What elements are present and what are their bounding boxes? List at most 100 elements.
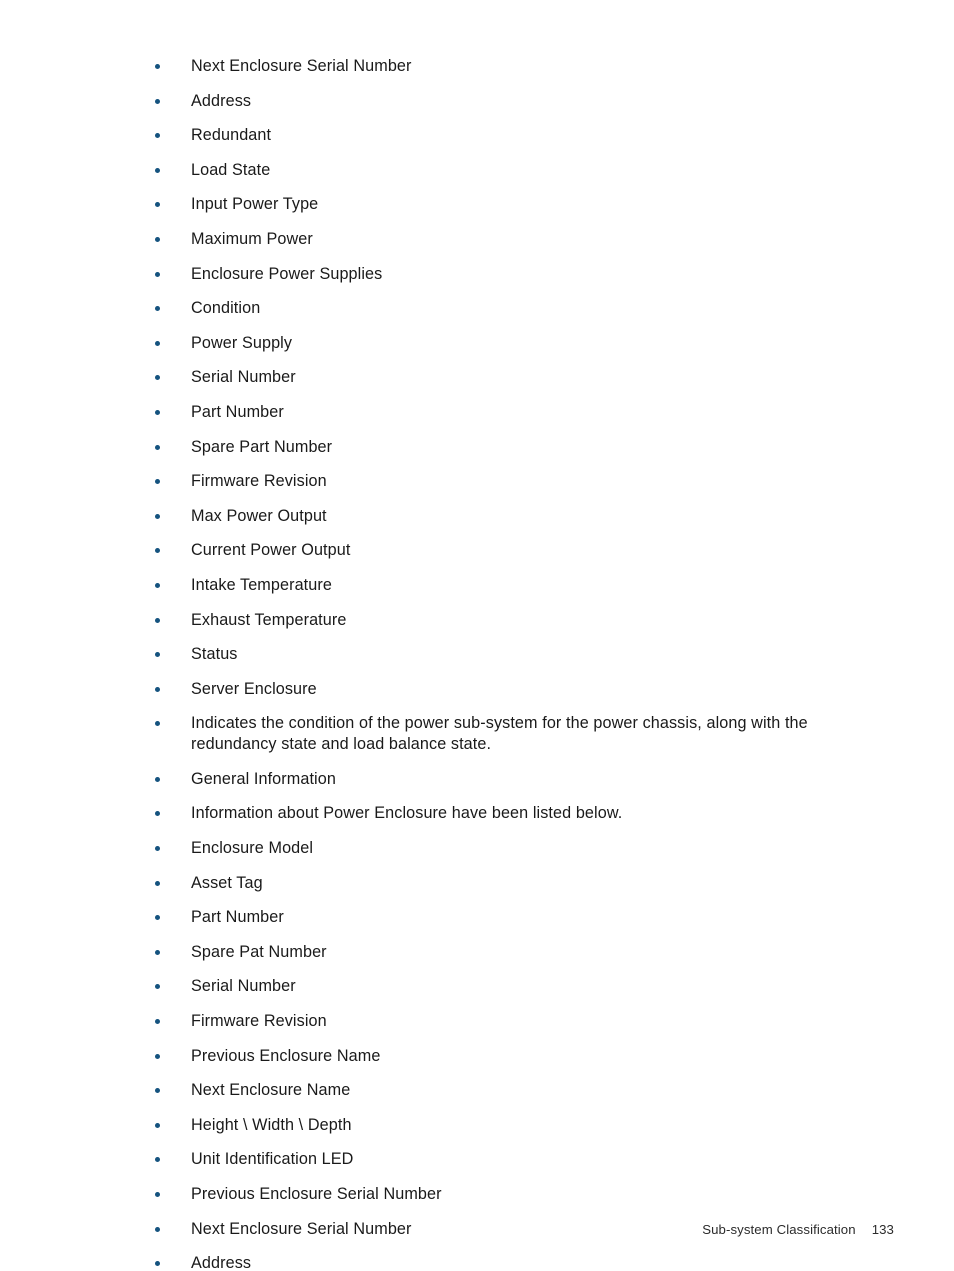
list-item-label: Previous Enclosure Name [191,1046,381,1065]
bullet-dot-icon [155,1019,160,1025]
bullet-dot-icon [155,236,160,242]
list-item-label: Condition [191,299,261,318]
bullet-dot-icon [155,133,160,139]
bullet-dot-icon [155,880,160,886]
bullet-list: Next Enclosure Serial Number Address Redun… [155,56,855,1271]
list-item-label: Previous Enclosure Serial Number [191,1185,442,1203]
bullet-dot-icon [155,811,160,817]
list-item: Next Enclosure Name [155,1080,855,1101]
list-item-label: Serial Number [191,977,296,996]
list-item-label: Redundant [191,126,272,145]
list-item: Spare Pat Number [155,942,855,963]
list-item-label: Input Power Type [191,195,319,214]
list-item: Next Enclosure Serial Number [155,56,855,77]
bullet-dot-icon [155,1122,160,1128]
list-item-label: Load State [191,160,271,179]
list-item: Enclosure Model [155,838,855,859]
list-item-label: Spare Part Number [191,437,333,456]
list-item-label: Firmware Revision [191,472,327,491]
list-item: Load State [155,160,855,181]
bullet-dot-icon [155,548,160,554]
list-item: Serial Number [155,367,855,388]
bullet-dot-icon [155,409,160,415]
bullet-dot-icon [155,1261,160,1267]
bullet-dot-icon [155,1053,160,1059]
list-item: Spare Part Number [155,437,855,458]
list-item: Maximum Power [155,229,855,250]
list-item-label: Power Supply [191,333,293,352]
list-item-label: Indicates the condition of the power sub… [191,714,808,754]
list-item-label: Serial Number [191,368,296,387]
list-item-label: Intake Temperature [191,575,332,594]
list-item: Input Power Type [155,194,855,215]
list-item-label: Spare Pat Number [191,942,327,961]
list-item-label: Status [191,645,238,664]
page-footer: Sub-system Classification 133 [0,1222,894,1237]
bullet-dot-icon [155,375,160,381]
list-item: Part Number [155,402,855,423]
bullet-dot-icon [155,479,160,485]
list-item-label: Address [191,1254,252,1271]
bullet-dot-icon [155,202,160,208]
document-page: Next Enclosure Serial Number Address Redun… [0,0,954,1271]
bullet-dot-icon [155,949,160,955]
bullet-dot-icon [155,582,160,588]
bullet-dot-icon [155,513,160,519]
bullet-dot-icon [155,1088,160,1094]
bullet-dot-icon [155,1157,160,1163]
list-item-label: Enclosure Power Supplies [191,264,383,283]
bullet-dot-icon [155,686,160,692]
list-item: Information about Power Enclosure have b… [155,803,855,824]
bullet-dot-icon [155,846,160,852]
bullet-dot-icon [155,652,160,658]
bullet-dot-icon [155,98,160,104]
list-item: Enclosure Power Supplies [155,264,855,285]
footer-page-number: 133 [871,1222,894,1237]
list-item: Power Supply [155,333,855,354]
list-item: Redundant [155,125,855,146]
list-item: Firmware Revision [155,471,855,492]
list-item-label: General Information [191,769,336,788]
bullet-dot-icon [155,340,160,346]
list-item-label: Asset Tag [191,873,263,892]
list-item-label: Enclosure Model [191,839,314,858]
list-item: Asset Tag [155,873,855,894]
list-item: Previous Enclosure Serial Number [155,1184,855,1205]
list-item-label: Max Power Output [191,506,327,525]
list-item-label: Exhaust Temperature [191,610,347,629]
list-item: Status [155,644,855,665]
list-item-label: Height \ Width \ Depth [191,1115,352,1134]
bullet-dot-icon [155,167,160,173]
list-item-label: Part Number [191,402,284,421]
list-item: Firmware Revision [155,1011,855,1032]
list-item-label: Maximum Power [191,229,313,248]
list-item: Exhaust Temperature [155,610,855,631]
list-item: Indicates the condition of the power sub… [155,713,891,755]
bullet-dot-icon [155,306,160,312]
list-item-label: Information about Power Enclosure have b… [191,804,623,823]
bullet-dot-icon [155,721,160,727]
bullet-dot-icon [155,1192,160,1197]
list-item: Address [155,91,855,112]
list-item-label: Current Power Output [191,541,351,560]
list-item: Condition [155,298,855,319]
bullet-dot-icon [155,444,160,450]
list-item: Current Power Output [155,540,855,561]
list-item-label: Firmware Revision [191,1012,327,1031]
list-item-label: Next Enclosure Serial Number [191,57,412,75]
bullet-dot-icon [155,64,160,69]
list-item: Height \ Width \ Depth [155,1115,855,1136]
footer-section-title: Sub-system Classification [702,1222,856,1237]
list-item: Part Number [155,907,855,928]
list-item: Serial Number [155,976,855,997]
bullet-dot-icon [155,617,160,623]
list-item: Address [155,1253,855,1271]
list-item: Max Power Output [155,506,855,527]
bullet-dot-icon [155,271,160,277]
bullet-dot-icon [155,915,160,921]
list-item: General Information [155,769,855,790]
list-item: Intake Temperature [155,575,855,596]
list-item: Unit Identification LED [155,1149,855,1170]
list-item-label: Next Enclosure Name [191,1081,351,1100]
list-item-label: Part Number [191,908,284,927]
